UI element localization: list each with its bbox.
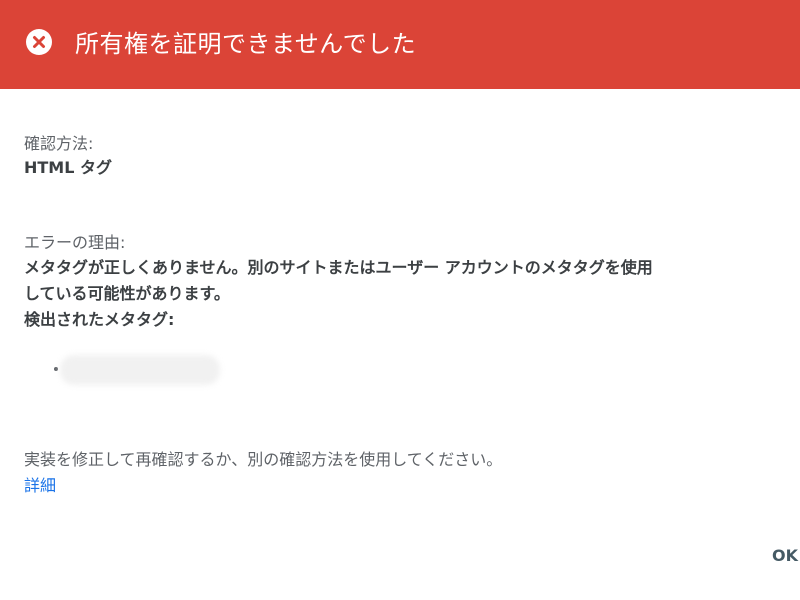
learn-more-link[interactable]: 詳細 — [24, 474, 56, 498]
instructions-text: 実装を修正して再確認するか、別の確認方法を使用してください。 — [24, 450, 503, 469]
error-reason-section: エラーの理由: メタタグが正しくありません。別のサイトまたはユーザー アカウント… — [24, 231, 800, 333]
detected-meta-tag-bullet — [54, 367, 58, 371]
error-message-line-1: メタタグが正しくありません。別のサイトまたはユーザー アカウントのメタタグを使用 — [24, 258, 653, 277]
detected-meta-tag-redacted — [60, 355, 220, 385]
verification-failed-dialog: 所有権を証明できませんでした 確認方法: HTML タグ エラーの理由: メタタ… — [0, 0, 800, 600]
ok-button[interactable]: OK — [762, 538, 800, 574]
method-value: HTML タグ — [24, 158, 112, 177]
dialog-title: 所有権を証明できませんでした — [75, 30, 417, 58]
method-label: 確認方法: — [24, 134, 94, 153]
close-circle-icon — [26, 29, 52, 55]
dialog-header: 所有権を証明できませんでした — [0, 0, 800, 89]
detected-meta-tag-label: 検出されたメタタグ: — [24, 310, 175, 329]
error-message-line-2: している可能性があります。 — [24, 284, 230, 303]
error-label: エラーの理由: — [24, 233, 126, 252]
verification-method-section: 確認方法: HTML タグ — [24, 132, 112, 180]
